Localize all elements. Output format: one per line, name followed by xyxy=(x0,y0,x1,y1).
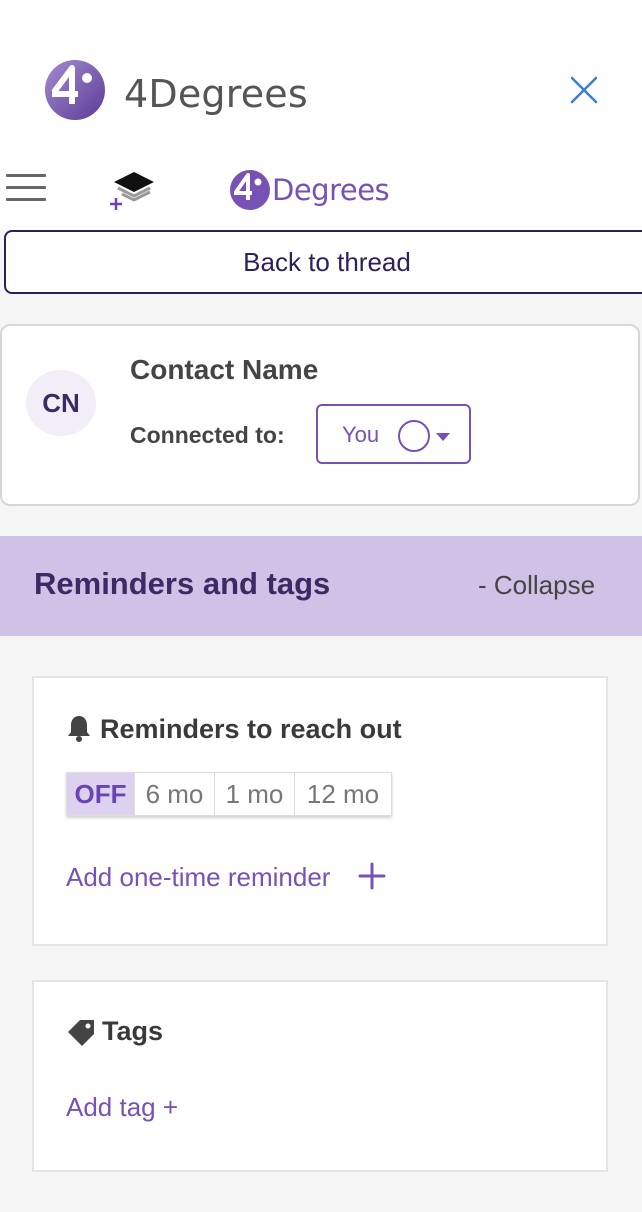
brand-text: Degrees xyxy=(272,173,390,207)
connected-to-select[interactable]: You xyxy=(316,404,471,464)
bell-icon xyxy=(68,716,90,742)
contact-name: Contact Name xyxy=(130,354,319,385)
tag-icon xyxy=(68,1020,94,1046)
close-icon[interactable] xyxy=(566,72,602,108)
brand-logo: Degrees xyxy=(228,166,390,216)
reminder-option-12mo[interactable]: 12 mo xyxy=(295,773,391,815)
add-one-time-reminder-link[interactable]: Add one-time reminder xyxy=(66,862,330,893)
4degrees-logo-icon xyxy=(230,170,270,210)
tags-card xyxy=(32,980,608,1172)
reminder-option-off[interactable]: OFF xyxy=(67,773,135,815)
add-layers-icon[interactable] xyxy=(108,170,160,214)
add-tag-link[interactable]: Add tag + xyxy=(66,1092,178,1123)
user-avatar-icon xyxy=(398,420,430,452)
reminder-option-1mo[interactable]: 1 mo xyxy=(215,773,295,815)
reminder-frequency-selector: OFF 6 mo 1 mo 12 mo xyxy=(66,772,392,816)
connected-to-label: Connected to: xyxy=(130,422,285,448)
hamburger-menu-icon[interactable] xyxy=(6,174,46,204)
collapse-button[interactable]: - Collapse xyxy=(478,570,595,601)
avatar: CN xyxy=(26,370,96,436)
chevron-down-icon xyxy=(436,433,450,441)
tags-title: Tags xyxy=(102,1016,164,1046)
reminders-title: Reminders to reach out xyxy=(100,714,402,744)
plus-icon[interactable] xyxy=(358,862,386,890)
section-title: Reminders and tags xyxy=(34,566,331,601)
back-to-thread-button[interactable]: Back to thread xyxy=(4,230,642,294)
app-title: 4Degrees xyxy=(124,72,308,116)
reminder-option-6mo[interactable]: 6 mo xyxy=(135,773,215,815)
4degrees-logo-icon xyxy=(45,60,105,120)
connected-to-value: You xyxy=(342,422,380,447)
